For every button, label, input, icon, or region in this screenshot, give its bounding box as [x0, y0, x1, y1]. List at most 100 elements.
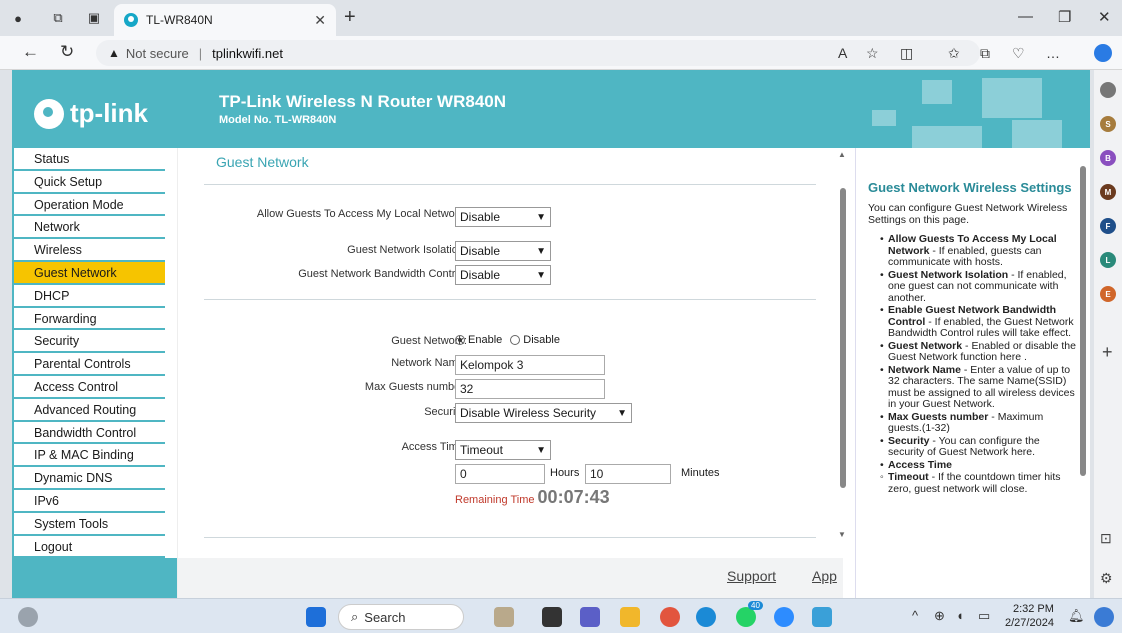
read-aloud-icon[interactable]: A: [838, 45, 847, 61]
widgets-icon[interactable]: [18, 607, 38, 627]
minutes-label: Minutes: [681, 467, 720, 479]
windows-taskbar: ⌕ Search 40 ^ ⊕ ◖ ▭ 2:32 PM 2/27/2024 🔔︎: [0, 598, 1122, 633]
enable-radio[interactable]: Enable: [455, 334, 502, 346]
tray-chevron-icon[interactable]: ^: [912, 608, 918, 623]
network-name-input[interactable]: Kelompok 3: [455, 355, 605, 375]
access-time-select[interactable]: Timeout ▼: [455, 440, 551, 460]
tab-close-icon[interactable]: ✕: [314, 12, 326, 29]
favorite-star-icon[interactable]: ☆: [866, 45, 879, 62]
notification-bell-icon[interactable]: 🔔︎: [1068, 608, 1085, 624]
file-explorer-icon[interactable]: [620, 607, 640, 627]
hours-input[interactable]: 0: [455, 464, 545, 484]
collections-icon[interactable]: ⧉: [980, 45, 990, 62]
minutes-input[interactable]: 10: [585, 464, 671, 484]
help-scrollbar[interactable]: [1078, 152, 1088, 592]
workspaces-icon[interactable]: ⧉: [48, 8, 68, 28]
security-select[interactable]: Disable Wireless Security ▼: [455, 403, 632, 423]
menu-item[interactable]: Logout: [12, 535, 165, 559]
support-link[interactable]: Support: [727, 568, 776, 584]
add-sidebar-icon[interactable]: +: [1102, 342, 1113, 363]
battery-icon[interactable]: ▭: [978, 608, 990, 624]
favorites-icon[interactable]: ✩: [948, 45, 960, 62]
whatsapp-icon[interactable]: [736, 607, 756, 627]
help-scroll-thumb[interactable]: [1080, 166, 1086, 476]
url-text[interactable]: tplinkwifi.net: [212, 46, 283, 61]
sidebar-app-icon[interactable]: [1100, 82, 1116, 98]
volume-icon[interactable]: ◖: [956, 608, 964, 623]
menu-item[interactable]: DHCP: [12, 284, 165, 308]
minimize-icon[interactable]: —: [1018, 8, 1033, 25]
isolation-select[interactable]: Disable ▼: [455, 241, 551, 261]
divider: [204, 299, 816, 300]
remaining-time: Remaining Time 00:07:43: [455, 487, 610, 508]
copilot-icon[interactable]: [1094, 44, 1112, 62]
performance-icon[interactable]: ♡: [1012, 45, 1025, 62]
menu-item[interactable]: Quick Setup: [12, 170, 165, 194]
app-link[interactable]: App: [812, 568, 837, 584]
teams-icon[interactable]: [580, 607, 600, 627]
refresh-icon[interactable]: ↻: [60, 42, 74, 62]
system-clock[interactable]: 2:32 PM 2/27/2024: [1005, 602, 1054, 630]
sidebar-app-icon[interactable]: S: [1100, 116, 1116, 132]
zoom-icon[interactable]: [774, 607, 794, 627]
menu-item[interactable]: Security: [12, 330, 165, 354]
new-tab-icon[interactable]: +: [344, 6, 356, 29]
menu-item[interactable]: Status: [12, 148, 165, 171]
disable-radio[interactable]: Disable: [510, 334, 560, 346]
not-secure-label[interactable]: Not secure: [126, 46, 189, 61]
menu-item[interactable]: Bandwidth Control: [12, 421, 165, 445]
sidebar-app-icon[interactable]: E: [1100, 286, 1116, 302]
menu-item[interactable]: IP & MAC Binding: [12, 444, 165, 468]
edge-icon[interactable]: [696, 607, 716, 627]
network-icon[interactable]: ⊕: [934, 608, 945, 624]
menu-item[interactable]: IPv6: [12, 489, 165, 513]
menu-item[interactable]: System Tools: [12, 512, 165, 536]
menu-item[interactable]: Dynamic DNS: [12, 467, 165, 490]
copilot-taskbar-icon[interactable]: [1094, 607, 1114, 627]
menu-item[interactable]: Access Control: [12, 375, 165, 399]
sidebar-app-icon[interactable]: B: [1100, 150, 1116, 166]
app-icon[interactable]: [494, 607, 514, 627]
network-name-label: Network Name:: [391, 357, 467, 369]
sidebar-app-icon[interactable]: L: [1100, 252, 1116, 268]
scroll-down-icon[interactable]: ▼: [838, 530, 846, 539]
close-window-icon[interactable]: ✕: [1098, 8, 1111, 26]
settings-gear-icon[interactable]: ⚙: [1100, 570, 1113, 587]
content-scrollbar[interactable]: ▲ ▼: [838, 150, 848, 542]
menu-item[interactable]: Guest Network: [12, 261, 165, 285]
scroll-up-icon[interactable]: ▲: [838, 150, 846, 159]
taskbar-search[interactable]: ⌕ Search: [338, 604, 464, 630]
help-sublist: Timeout - If the countdown timer hits ze…: [868, 471, 1076, 495]
sidebar-app-icon[interactable]: M: [1100, 184, 1116, 200]
start-icon[interactable]: [306, 607, 326, 627]
chrome-icon[interactable]: [660, 607, 680, 627]
more-menu-icon[interactable]: …: [1046, 45, 1060, 61]
task-view-icon[interactable]: [542, 607, 562, 627]
max-guests-input[interactable]: 32: [455, 379, 605, 399]
menu-item[interactable]: Network: [12, 216, 165, 240]
bandwidth-label: Guest Network Bandwidth Control:: [298, 268, 467, 280]
help-subterm: Timeout: [888, 471, 929, 483]
menu-item[interactable]: Wireless: [12, 239, 165, 262]
menu-item[interactable]: Advanced Routing: [12, 398, 165, 422]
menu-item[interactable]: Operation Mode: [12, 193, 165, 217]
url-bar[interactable]: ▲ Not secure | tplinkwifi.net: [96, 40, 980, 66]
sidebar-app-icon[interactable]: F: [1100, 218, 1116, 234]
help-term: Network Name: [888, 363, 961, 376]
menu-item[interactable]: Parental Controls: [12, 353, 165, 376]
split-screen-icon[interactable]: ◫: [900, 45, 913, 62]
warning-icon[interactable]: ▲: [108, 46, 120, 60]
isolation-value: Disable: [460, 244, 501, 258]
allow-local-select[interactable]: Disable ▼: [455, 207, 551, 227]
tab-actions-icon[interactable]: ▣: [84, 8, 104, 28]
back-icon[interactable]: ←: [22, 42, 39, 62]
photos-icon[interactable]: [812, 607, 832, 627]
menu-item[interactable]: Forwarding: [12, 307, 165, 331]
screenshot-icon[interactable]: ⊡: [1100, 530, 1112, 547]
profile-icon[interactable]: ●: [8, 8, 28, 28]
bandwidth-select[interactable]: Disable ▼: [455, 265, 551, 285]
browser-tab[interactable]: TL-WR840N ✕: [114, 4, 336, 36]
restore-icon[interactable]: ❐: [1058, 8, 1071, 26]
help-term: Security: [888, 434, 930, 447]
scroll-thumb[interactable]: [840, 188, 846, 488]
